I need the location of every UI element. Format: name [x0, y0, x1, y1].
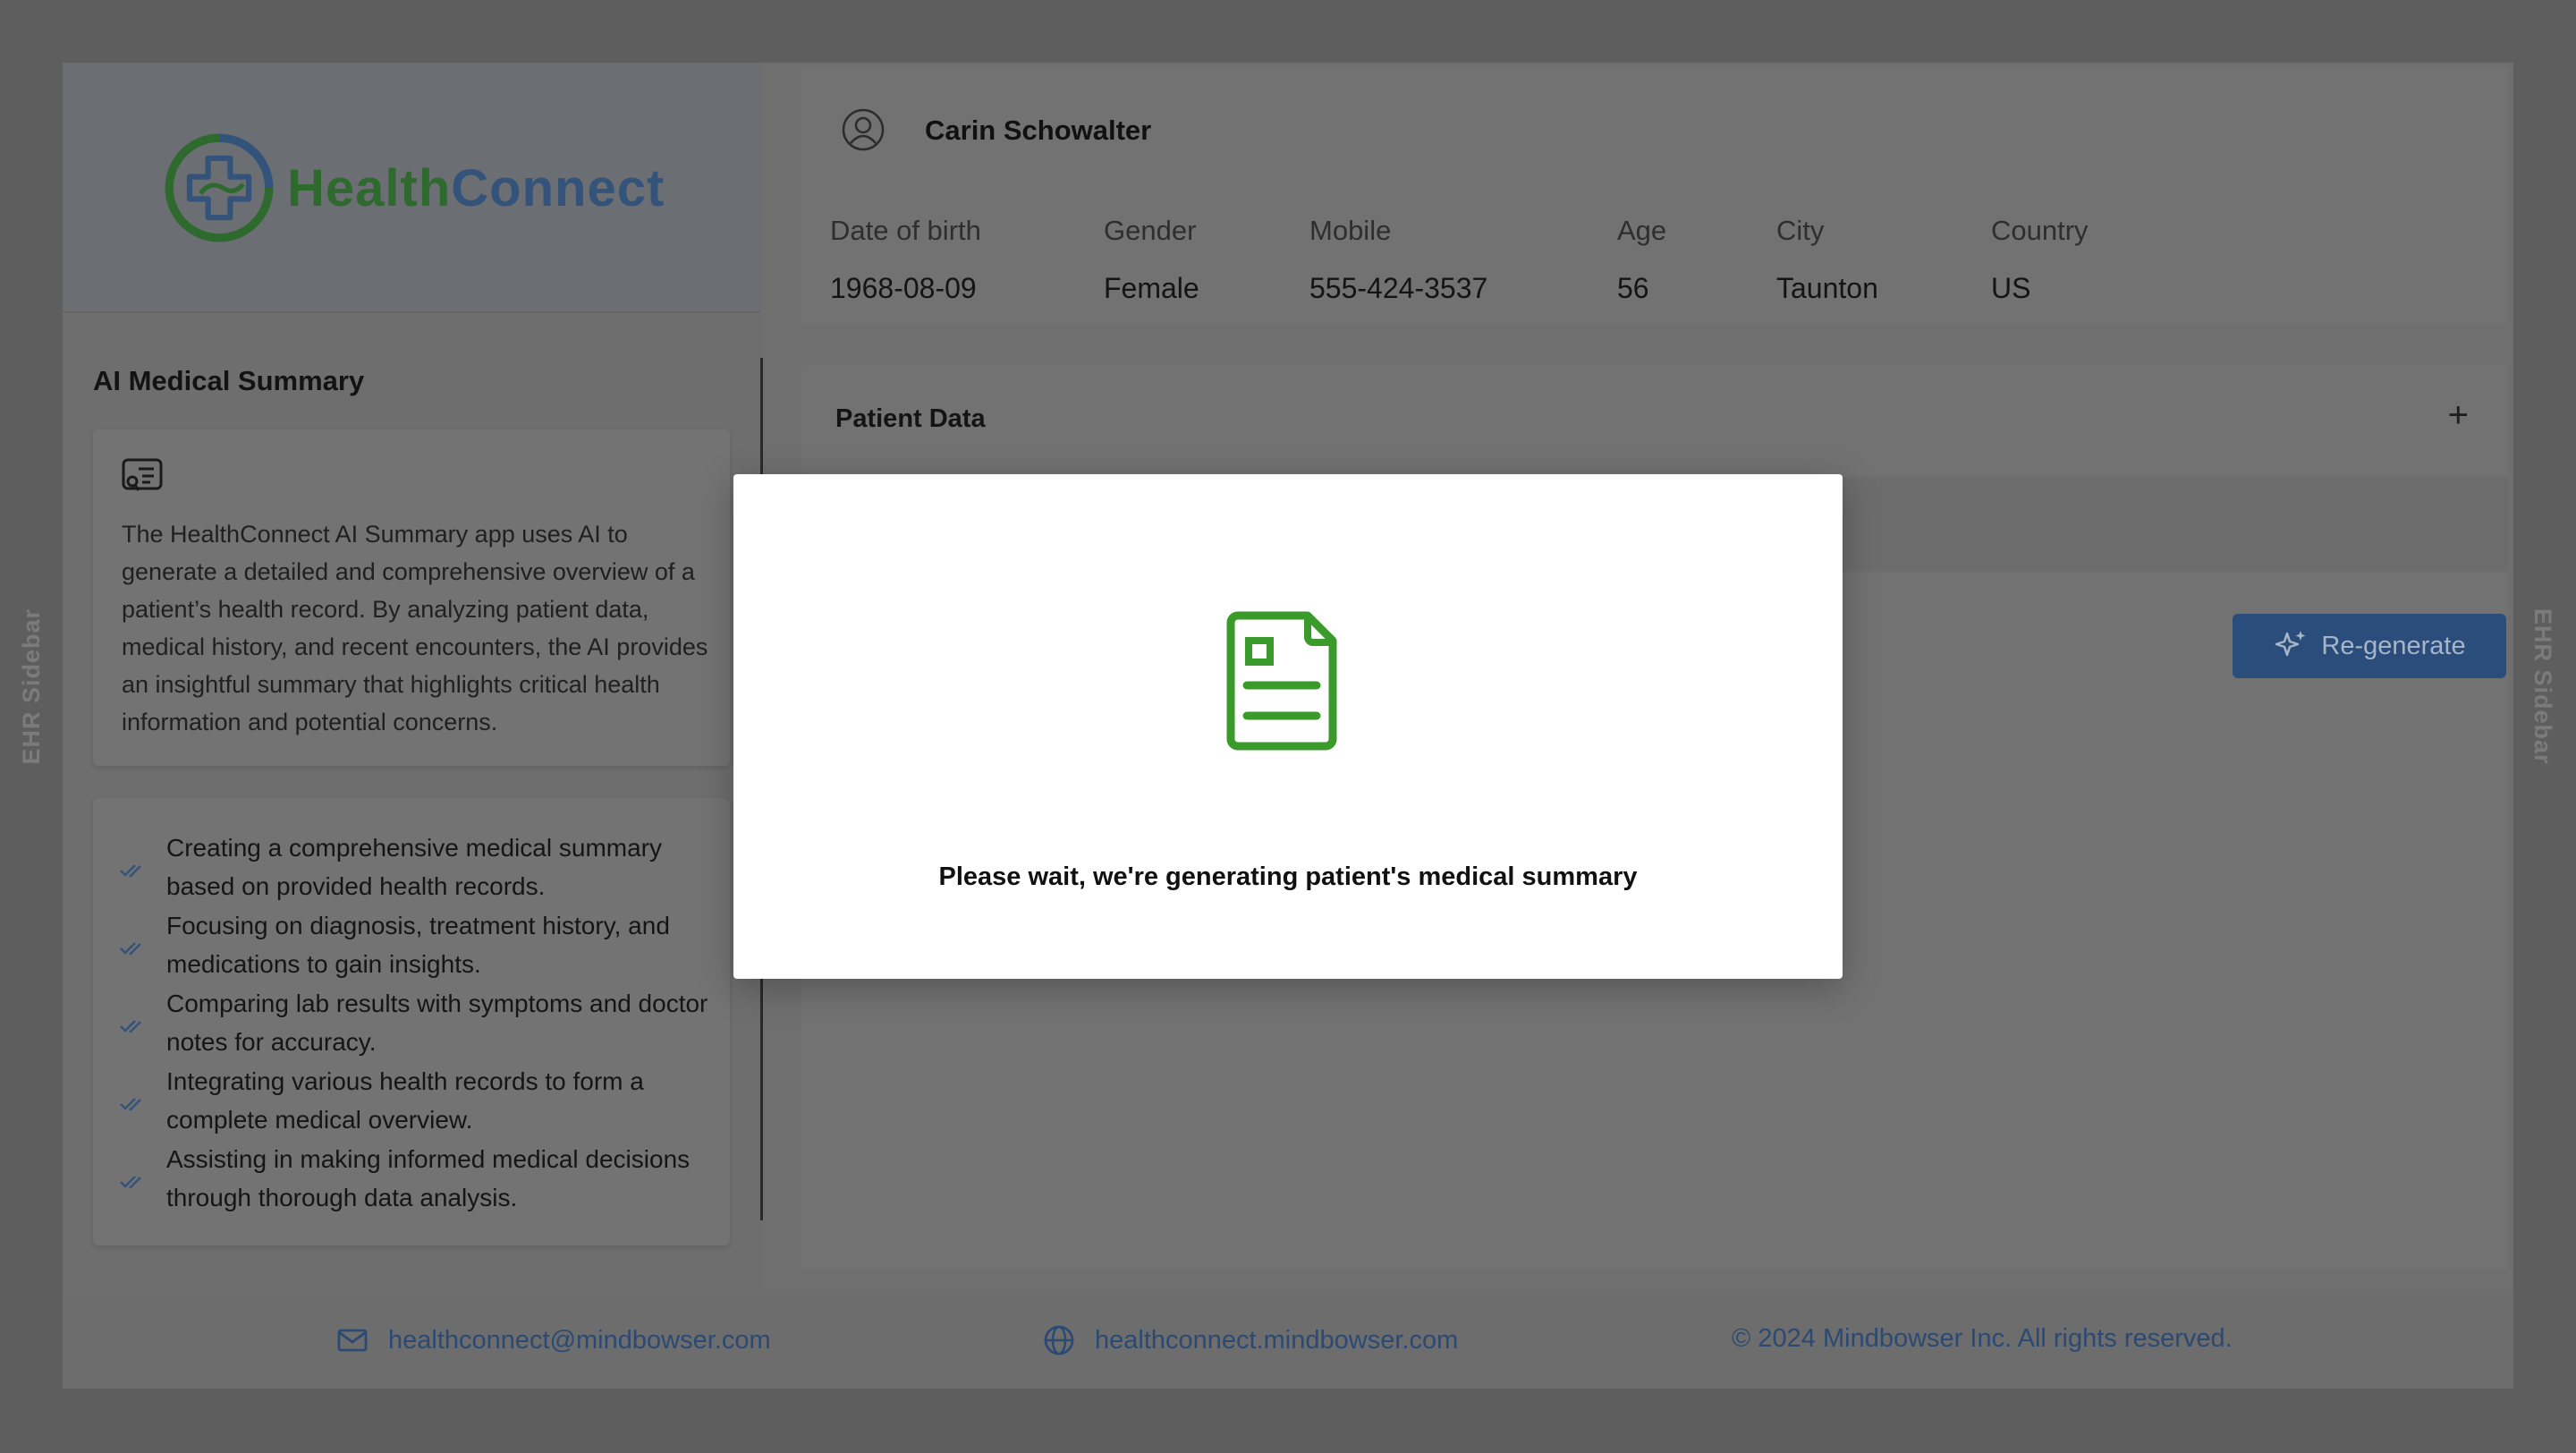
field-gender: Gender Female: [1104, 215, 1199, 304]
capabilities-list: Creating a comprehensive medical summary…: [120, 828, 710, 1218]
user-avatar-icon: [842, 108, 885, 151]
double-check-icon: [120, 1098, 141, 1111]
footer-email[interactable]: healthconnect@mindbowser.com: [336, 1324, 771, 1356]
ehr-sidebar-tab-left[interactable]: EHR Sidebar: [18, 608, 46, 765]
footer: healthconnect@mindbowser.com healthconne…: [63, 1290, 2513, 1389]
brand-name: HealthConnect: [287, 158, 665, 217]
patient-data-accordion[interactable]: Patient Data +: [801, 365, 2508, 476]
footer-copyright: © 2024 Mindbowser Inc. All rights reserv…: [1732, 1324, 2233, 1353]
patient-info-card: Carin Schowalter Date of birth 1968-08-0…: [801, 68, 2508, 324]
sparkles-icon: [2275, 631, 2306, 657]
globe-icon: [1044, 1325, 1074, 1355]
medical-cross-logo-icon: [165, 133, 274, 242]
summary-description: The HealthConnect AI Summary app uses AI…: [122, 521, 708, 735]
ehr-sidebar-tab-right[interactable]: EHR Sidebar: [2529, 608, 2556, 765]
mail-icon: [337, 1329, 368, 1352]
document-icon: [1226, 611, 1337, 751]
summary-chat-icon: [122, 458, 163, 491]
accordion-title: Patient Data: [835, 404, 986, 433]
list-item: Integrating various health records to fo…: [120, 1062, 710, 1139]
intro-card: The HealthConnect AI Summary app uses AI…: [93, 429, 730, 766]
ai-summary-panel: AI Medical Summary The HealthConnect AI …: [63, 315, 760, 1344]
brand-header: HealthConnect: [63, 63, 760, 313]
expand-plus-icon[interactable]: +: [2448, 395, 2469, 436]
loading-message: Please wait, we're generating patient's …: [938, 862, 1638, 891]
list-item: Creating a comprehensive medical summary…: [120, 828, 710, 905]
double-check-icon: [120, 1020, 141, 1033]
capabilities-card: Creating a comprehensive medical summary…: [93, 798, 730, 1245]
field-date-of-birth: Date of birth 1968-08-09: [830, 215, 981, 304]
regenerate-button[interactable]: Re-generate: [2233, 614, 2506, 678]
panel-title: AI Medical Summary: [93, 365, 365, 396]
field-city: City Taunton: [1776, 215, 1878, 304]
generating-summary-modal: Please wait, we're generating patient's …: [733, 474, 1843, 979]
field-mobile: Mobile 555-424-3537: [1309, 215, 1488, 304]
healthconnect-logo: HealthConnect: [164, 132, 665, 243]
patient-name: Carin Schowalter: [925, 115, 1152, 146]
double-check-icon: [120, 864, 141, 878]
field-country: Country US: [1991, 215, 2089, 304]
list-item: Assisting in making informed medical dec…: [120, 1140, 710, 1217]
footer-website[interactable]: healthconnect.mindbowser.com: [1043, 1324, 1458, 1356]
list-item: Focusing on diagnosis, treatment history…: [120, 906, 710, 983]
field-age: Age 56: [1617, 215, 1667, 304]
double-check-icon: [120, 1176, 141, 1189]
list-item: Comparing lab results with symptoms and …: [120, 984, 710, 1061]
double-check-icon: [120, 942, 141, 956]
